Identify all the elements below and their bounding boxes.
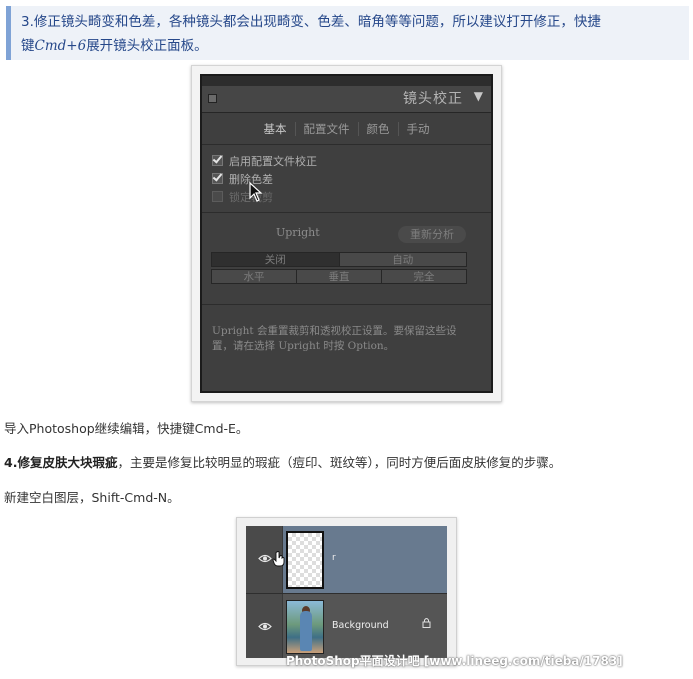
tab-profile[interactable]: 配置文件	[296, 122, 359, 136]
layer-name[interactable]: Background	[332, 620, 389, 631]
collapse-triangle-icon[interactable]: ▼	[474, 89, 483, 103]
checkbox-unchecked-icon[interactable]	[212, 191, 223, 202]
checkbox-remove-ca[interactable]: 删除色差	[212, 172, 273, 188]
shortcut-text: Cmd+6	[34, 38, 87, 54]
tab-basic[interactable]: 基本	[256, 122, 296, 136]
reanalyze-button[interactable]: 重新分析	[398, 226, 466, 243]
checkbox-checked-icon[interactable]	[212, 155, 223, 166]
lock-icon	[422, 618, 431, 628]
panel-title: 镜头校正	[403, 91, 463, 107]
upright-note: Upright 会重置裁剪和透视校正设置。要保留这些设置，请在选择 Uprigh…	[212, 325, 457, 352]
transparent-layer-thumbnail	[286, 531, 324, 589]
upright-off-button[interactable]: 关闭	[211, 252, 340, 267]
divider	[202, 212, 491, 213]
lens-correction-screenshot: 镜头校正 ▼ 基本配置文件颜色手动 启用配置文件校正 删除色差 锁定裁剪 Upr…	[191, 65, 502, 402]
layers-panel: r Background	[246, 526, 447, 658]
lens-correction-panel: 镜头校正 ▼ 基本配置文件颜色手动 启用配置文件校正 删除色差 锁定裁剪 Upr…	[200, 74, 493, 393]
divider	[202, 144, 491, 145]
checkbox-checked-icon[interactable]	[212, 173, 223, 184]
background-photo-thumbnail	[286, 600, 324, 654]
paragraph-new-layer: 新建空白图层，Shift-Cmd-N。	[4, 490, 180, 505]
step3-line2: 键Cmd+6展开镜头校正面板。	[21, 38, 208, 54]
upright-full-button[interactable]: 完全	[381, 269, 467, 284]
hand-cursor-icon	[272, 551, 285, 567]
upright-row1: 关闭 自动	[211, 252, 467, 267]
step3-callout: 3.修正镜头畸变和色差，各种镜头都会出现畸变、色差、暗角等等问题，所以建议打开修…	[6, 6, 689, 60]
step3-line1: 3.修正镜头畸变和色差，各种镜头都会出现畸变、色差、暗角等等问题，所以建议打开修…	[21, 14, 601, 30]
visibility-column	[246, 594, 283, 658]
upright-level-button[interactable]: 水平	[211, 269, 297, 284]
eye-icon[interactable]	[258, 622, 272, 631]
checkbox-enable-profile[interactable]: 启用配置文件校正	[212, 154, 317, 170]
panel-header[interactable]: 镜头校正 ▼	[202, 86, 491, 113]
layers-screenshot: r Background	[236, 517, 457, 666]
eye-icon[interactable]	[258, 554, 272, 563]
checkbox-constrain-crop[interactable]: 锁定裁剪	[212, 190, 273, 206]
upright-vertical-button[interactable]: 垂直	[296, 269, 382, 284]
panel-tabs: 基本 配置文件 颜色 手动	[202, 116, 491, 142]
paragraph-step4: 4.修复皮肤大块瑕疵，主要是修复比较明显的瑕疵（痘印、斑纹等），同时方便后面皮肤…	[4, 455, 562, 470]
mouse-pointer-icon	[249, 182, 263, 202]
step4-heading: 4.修复皮肤大块瑕疵	[4, 455, 118, 470]
tab-color[interactable]: 颜色	[359, 122, 399, 136]
panel-toggle-square-icon[interactable]	[208, 94, 217, 103]
upright-auto-button[interactable]: 自动	[338, 252, 467, 267]
tab-manual[interactable]: 手动	[399, 122, 438, 136]
watermark: PhotoShop平面设计吧 [www.lineeg.com/tieba/178…	[286, 654, 623, 668]
photo-figure-body	[300, 611, 312, 651]
layer-name[interactable]: r	[332, 553, 336, 563]
upright-row2: 水平 垂直 完全	[211, 269, 467, 284]
upright-label: Upright	[276, 226, 320, 239]
paragraph-import: 导入Photoshop继续编辑，快捷键Cmd-E。	[4, 421, 249, 436]
divider	[202, 304, 491, 305]
